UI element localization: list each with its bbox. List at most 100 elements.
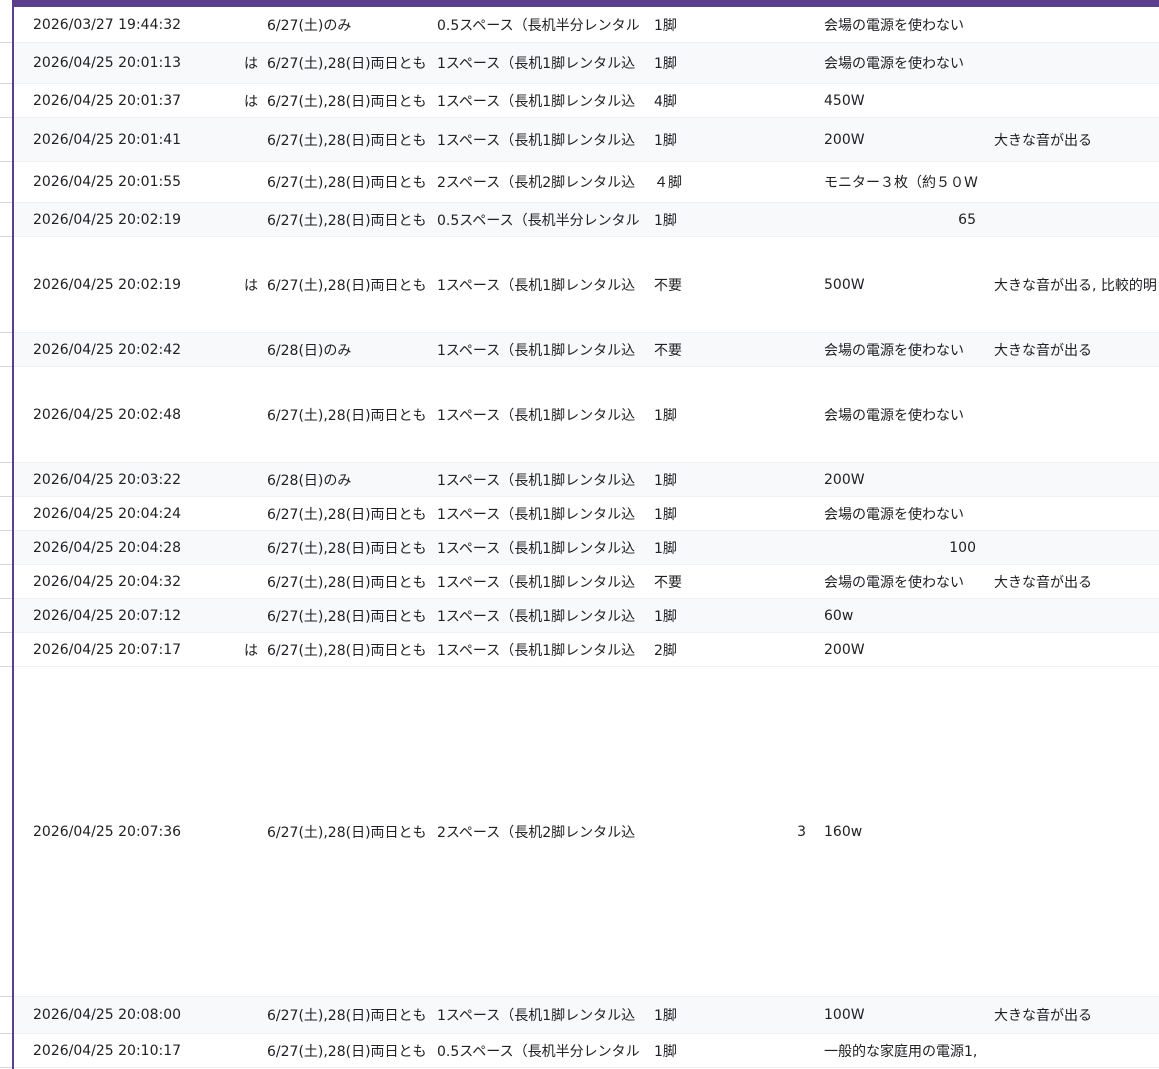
number-cell[interactable] (744, 633, 806, 666)
table-row[interactable]: 2026/04/25 20:04:28 6/27(土),28(日)両日とも 1ス… (14, 531, 1159, 565)
desk-cell[interactable]: 1脚 (654, 367, 734, 462)
power-number-cell[interactable] (824, 118, 976, 161)
number-cell[interactable] (744, 367, 806, 462)
power-number-cell[interactable] (824, 497, 976, 530)
flag-cell[interactable] (244, 531, 258, 564)
sound-cell[interactable] (994, 162, 1159, 202)
number-cell[interactable] (744, 237, 806, 332)
space-cell[interactable]: 1スペース（長机1脚レンタル込 (437, 333, 645, 366)
table-row[interactable]: 2026/04/25 20:07:12 6/27(土),28(日)両日とも 1ス… (14, 599, 1159, 633)
timestamp-cell[interactable]: 2026/04/25 20:07:17 (33, 633, 243, 666)
timestamp-cell[interactable]: 2026/04/25 20:02:19 (33, 203, 243, 236)
power-number-cell[interactable]: 65 (824, 203, 976, 236)
timestamp-cell[interactable]: 2026/04/25 20:04:24 (33, 497, 243, 530)
desk-cell[interactable]: 1脚 (654, 997, 734, 1033)
desk-cell[interactable]: 1脚 (654, 203, 734, 236)
table-row[interactable]: 2026/04/25 20:02:19 6/27(土),28(日)両日とも 0.… (14, 203, 1159, 237)
table-row[interactable]: 2026/04/25 20:04:24 6/27(土),28(日)両日とも 1ス… (14, 497, 1159, 531)
space-cell[interactable]: 1スペース（長机1脚レンタル込 (437, 84, 645, 117)
flag-cell[interactable]: は (244, 633, 258, 666)
desk-cell[interactable]: ４脚 (654, 162, 734, 202)
desk-cell[interactable]: 不要 (654, 565, 734, 598)
table-row[interactable]: 2026/03/27 19:44:32 6/27(土)のみ 0.5スペース（長机… (14, 7, 1159, 43)
desk-cell[interactable]: 1脚 (654, 118, 734, 161)
flag-cell[interactable] (244, 333, 258, 366)
desk-cell[interactable]: 不要 (654, 333, 734, 366)
days-cell[interactable]: 6/27(土),28(日)両日とも (267, 203, 430, 236)
number-cell[interactable] (744, 203, 806, 236)
space-cell[interactable]: 1スペース（長机1脚レンタル込 (437, 237, 645, 332)
power-number-cell[interactable] (824, 237, 976, 332)
sound-cell[interactable] (994, 1034, 1159, 1067)
number-cell[interactable] (744, 599, 806, 632)
days-cell[interactable]: 6/27(土),28(日)両日とも (267, 997, 430, 1033)
number-cell[interactable] (744, 497, 806, 530)
number-cell[interactable] (744, 43, 806, 83)
sound-cell[interactable] (994, 367, 1159, 462)
flag-cell[interactable] (244, 667, 258, 996)
flag-cell[interactable] (244, 997, 258, 1033)
table-row[interactable]: 2026/04/25 20:07:36 6/27(土),28(日)両日とも 2ス… (14, 667, 1159, 997)
sound-cell[interactable] (994, 497, 1159, 530)
days-cell[interactable]: 6/27(土),28(日)両日とも (267, 118, 430, 161)
timestamp-cell[interactable]: 2026/04/25 20:02:48 (33, 367, 243, 462)
timestamp-cell[interactable]: 2026/04/25 20:08:00 (33, 997, 243, 1033)
power-number-cell[interactable] (824, 7, 976, 42)
space-cell[interactable]: 1スペース（長机1脚レンタル込 (437, 367, 645, 462)
days-cell[interactable]: 6/27(土),28(日)両日とも (267, 633, 430, 666)
desk-cell[interactable]: 1脚 (654, 599, 734, 632)
sound-cell[interactable] (994, 43, 1159, 83)
sound-cell[interactable] (994, 7, 1159, 42)
space-cell[interactable]: 1スペース（長机1脚レンタル込 (437, 997, 645, 1033)
sound-cell[interactable] (994, 599, 1159, 632)
desk-cell[interactable]: 1脚 (654, 7, 734, 42)
sound-cell[interactable]: 大きな音が出る (994, 997, 1159, 1033)
days-cell[interactable]: 6/27(土),28(日)両日とも (267, 162, 430, 202)
flag-cell[interactable]: は (244, 84, 258, 117)
sound-cell[interactable] (994, 203, 1159, 236)
desk-cell[interactable]: 1脚 (654, 43, 734, 83)
flag-cell[interactable] (244, 7, 258, 42)
days-cell[interactable]: 6/27(土),28(日)両日とも (267, 531, 430, 564)
space-cell[interactable]: 2スペース（長机2脚レンタル込 (437, 162, 645, 202)
days-cell[interactable]: 6/27(土)のみ (267, 7, 430, 42)
desk-cell[interactable]: 1脚 (654, 463, 734, 496)
power-number-cell[interactable] (824, 565, 976, 598)
flag-cell[interactable] (244, 367, 258, 462)
table-row[interactable]: 2026/04/25 20:01:55 6/27(土),28(日)両日とも 2ス… (14, 162, 1159, 203)
desk-cell[interactable]: 1脚 (654, 1034, 734, 1067)
space-cell[interactable]: 1スペース（長机1脚レンタル込 (437, 633, 645, 666)
timestamp-cell[interactable]: 2026/04/25 20:07:12 (33, 599, 243, 632)
space-cell[interactable]: 1スペース（長机1脚レンタル込 (437, 565, 645, 598)
timestamp-cell[interactable]: 2026/03/27 19:44:32 (33, 7, 243, 42)
days-cell[interactable]: 6/27(土),28(日)両日とも (267, 667, 430, 996)
power-number-cell[interactable] (824, 367, 976, 462)
flag-cell[interactable] (244, 162, 258, 202)
sound-cell[interactable]: 大きな音が出る, 比較的明 (994, 237, 1159, 332)
desk-cell[interactable] (654, 667, 734, 996)
table-row[interactable]: 2026/04/25 20:10:17 6/27(土),28(日)両日とも 0.… (14, 1034, 1159, 1068)
desk-cell[interactable]: 1脚 (654, 497, 734, 530)
power-number-cell[interactable] (824, 84, 976, 117)
days-cell[interactable]: 6/27(土),28(日)両日とも (267, 367, 430, 462)
space-cell[interactable]: 1スペース（長机1脚レンタル込 (437, 43, 645, 83)
timestamp-cell[interactable]: 2026/04/25 20:01:55 (33, 162, 243, 202)
timestamp-cell[interactable]: 2026/04/25 20:04:28 (33, 531, 243, 564)
sound-cell[interactable]: 大きな音が出る (994, 565, 1159, 598)
space-cell[interactable]: 0.5スペース（長机半分レンタル (437, 203, 645, 236)
power-number-cell[interactable] (824, 667, 976, 996)
desk-cell[interactable]: 1脚 (654, 531, 734, 564)
timestamp-cell[interactable]: 2026/04/25 20:01:37 (33, 84, 243, 117)
table-row[interactable]: 2026/04/25 20:01:41 6/27(土),28(日)両日とも 1ス… (14, 118, 1159, 162)
days-cell[interactable]: 6/27(土),28(日)両日とも (267, 1034, 430, 1067)
days-cell[interactable]: 6/27(土),28(日)両日とも (267, 237, 430, 332)
space-cell[interactable]: 1スペース（長机1脚レンタル込 (437, 463, 645, 496)
desk-cell[interactable]: 不要 (654, 237, 734, 332)
timestamp-cell[interactable]: 2026/04/25 20:04:32 (33, 565, 243, 598)
desk-cell[interactable]: 4脚 (654, 84, 734, 117)
table-row[interactable]: 2026/04/25 20:03:22 6/28(日)のみ 1スペース（長机1脚… (14, 463, 1159, 497)
number-cell[interactable] (744, 1034, 806, 1067)
sound-cell[interactable]: 大きな音が出る (994, 118, 1159, 161)
timestamp-cell[interactable]: 2026/04/25 20:01:13 (33, 43, 243, 83)
flag-cell[interactable] (244, 463, 258, 496)
